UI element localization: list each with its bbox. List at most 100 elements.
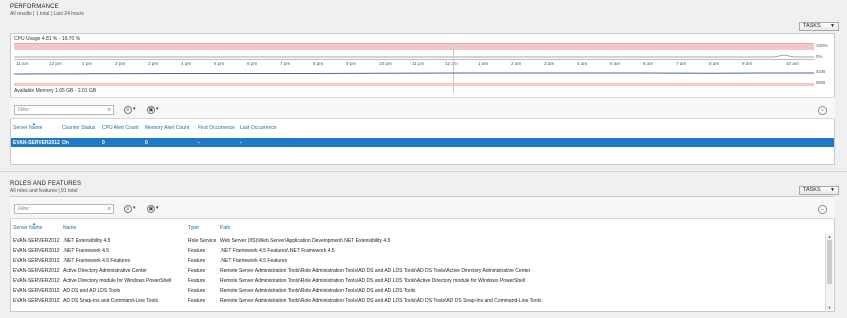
cell-name: .NET Extensibility 4.5 [63,238,111,244]
cell-name: .NET Framework 4.5 Features [63,258,131,264]
column-header[interactable]: Counter Status [62,125,95,131]
time-tick: 5 pm [214,61,225,66]
table-row[interactable]: EVAN-SERVER2012 .NET Framework 4.5 Featu… [11,246,825,255]
cell-path: Remote Server Administration Tools\Role … [220,268,531,274]
column-header[interactable]: Name [63,225,76,231]
cell-cpu-alert-count: 0 [102,140,105,146]
cpu-scale-min: 0% [816,54,823,59]
time-tick: 4 am [577,61,588,66]
memory-threshold-band [14,83,814,86]
table-row[interactable]: EVAN-SERVER2012 Active Directory Adminis… [11,266,825,275]
time-tick: 12 am [445,61,458,66]
table-row[interactable]: EVAN-SERVER2012 .NET Framework 4.5 Featu… [11,256,825,265]
time-tick: 9 am [742,61,753,66]
column-header[interactable]: Last Occurrence [240,125,277,131]
cell-path: .NET Framework 4.5 Features\.NET Framewo… [220,248,335,254]
table-row[interactable]: EVAN-SERVER2012 On 0 0 - - [11,138,834,147]
table-row[interactable]: EVAN-SERVER2012 Active Directory module … [11,276,825,285]
cpu-usage-label: CPU Usage 4.81 % - 16.70 % [14,36,81,42]
collapse-toggle-icon[interactable]: ⌄ [818,205,827,214]
cpu-chart [14,54,814,58]
scroll-up-icon[interactable]: ▲ [826,234,833,239]
tasks-label: TASKS [803,23,821,29]
roles-scrollbar[interactable]: ▲ ▼ [825,234,833,310]
roles-tasks-button[interactable]: TASKS ▼ [799,186,839,195]
cell-server-name: EVAN-SERVER2012 [13,298,60,304]
save-query-button[interactable]: ▣ [147,205,155,213]
filter-placeholder: Filter [18,206,30,212]
column-header[interactable]: Memory Alert Count [145,125,189,131]
chevron-down-icon[interactable]: ▾ [156,205,159,211]
roles-filter-input[interactable]: Filter ⌕ [14,204,114,214]
time-tick: 6 pm [247,61,258,66]
time-tick: 1 pm [82,61,93,66]
tasks-label: TASKS [803,187,821,193]
chevron-down-icon[interactable]: ▾ [156,106,159,112]
cell-name: .NET Framework 4.5 [63,248,110,254]
cell-server-name: EVAN-SERVER2012 [13,248,60,254]
column-header[interactable]: Path [220,225,230,231]
chevron-down-icon[interactable]: ▾ [133,205,136,211]
time-tick: 11 am [16,61,29,66]
cell-path: Web Server (IIS)\Web Server\Application … [220,238,391,244]
cell-server-name: EVAN-SERVER2012 [13,288,60,294]
cell-first-occurrence: - [198,140,200,146]
column-header[interactable]: CPU Alert Count [102,125,139,131]
cell-type: Feature [188,258,206,264]
cell-path: .NET Framework 4.5 Features [220,258,288,264]
cell-last-occurrence: - [240,140,242,146]
cell-type: Role Service [188,238,217,244]
cell-server-name: EVAN-SERVER2012 [13,268,60,274]
time-axis: 11 am 12 pm 1 pm 2 pm 3 pm 4 pm 5 pm 6 p… [14,61,814,69]
performance-title: PERFORMANCE [10,4,59,10]
time-tick: 10 pm [379,61,392,66]
sort-indicator-icon: ▲ [32,121,36,126]
scroll-down-icon[interactable]: ▼ [826,305,833,310]
column-header[interactable]: Server Name [13,225,42,231]
cell-server-name: EVAN-SERVER2012 [13,238,60,244]
column-header[interactable]: First Occurrence [198,125,235,131]
time-tick: 2 pm [115,61,126,66]
cell-name: AD DS Snap-Ins and Command-Line Tools [63,298,158,304]
chevron-down-icon: ▼ [830,23,835,29]
save-query-button[interactable]: ▣ [147,106,155,114]
table-row[interactable]: EVAN-SERVER2012 .NET Extensibility 4.5 R… [11,236,825,245]
roles-table-header: Server Name Name Type Path ▲ [10,221,825,233]
filter-placeholder: Filter [18,107,30,113]
time-tick: 2 am [511,61,522,66]
time-tick: 12 pm [49,61,62,66]
time-tick: 10 am [786,61,799,66]
cpu-scale-max: 100% [816,43,828,48]
cell-path: Remote Server Administration Tools\Role … [220,298,542,304]
chevron-down-icon: ▼ [830,187,835,193]
scroll-thumb[interactable] [827,240,832,284]
time-tick: 8 pm [313,61,324,66]
performance-filter-input[interactable]: Filter ⌕ [14,105,114,115]
time-tick: 7 am [676,61,687,66]
chevron-down-icon[interactable]: ▾ [133,106,136,112]
cell-server-name: EVAN-SERVER2012 [13,258,60,264]
cell-server-name: EVAN-SERVER2012 [13,278,60,284]
time-tick: 4 pm [181,61,192,66]
time-tick: 9 pm [346,61,357,66]
query-options-button[interactable]: ≡ [124,205,132,213]
cell-server-name: EVAN-SERVER2012 [13,140,60,146]
table-row[interactable]: EVAN-SERVER2012 AD DS and AD LDS Tools F… [11,286,825,295]
search-icon: ⌕ [107,107,111,113]
column-header[interactable]: Type [188,225,199,231]
cell-path: Remote Server Administration Tools\Role … [220,288,416,294]
time-tick: 5 am [610,61,621,66]
query-options-button[interactable]: ≡ [124,106,132,114]
performance-table-header: Server Name Counter Status CPU Alert Cou… [10,121,835,133]
memory-scale-min: 0GB [816,80,826,85]
cell-type: Feature [188,298,206,304]
column-header[interactable]: Server Name [13,125,42,131]
search-icon: ⌕ [107,206,111,212]
collapse-toggle-icon[interactable]: ⌄ [818,106,827,115]
cell-name: AD DS and AD LDS Tools [63,288,121,294]
table-row[interactable]: EVAN-SERVER2012 AD DS Snap-Ins and Comma… [11,296,825,305]
cell-type: Feature [188,278,206,284]
performance-tasks-button[interactable]: TASKS ▼ [799,22,839,31]
roles-subtitle: All roles and features | 91 total [10,188,78,194]
cell-counter-status: On [62,140,69,146]
